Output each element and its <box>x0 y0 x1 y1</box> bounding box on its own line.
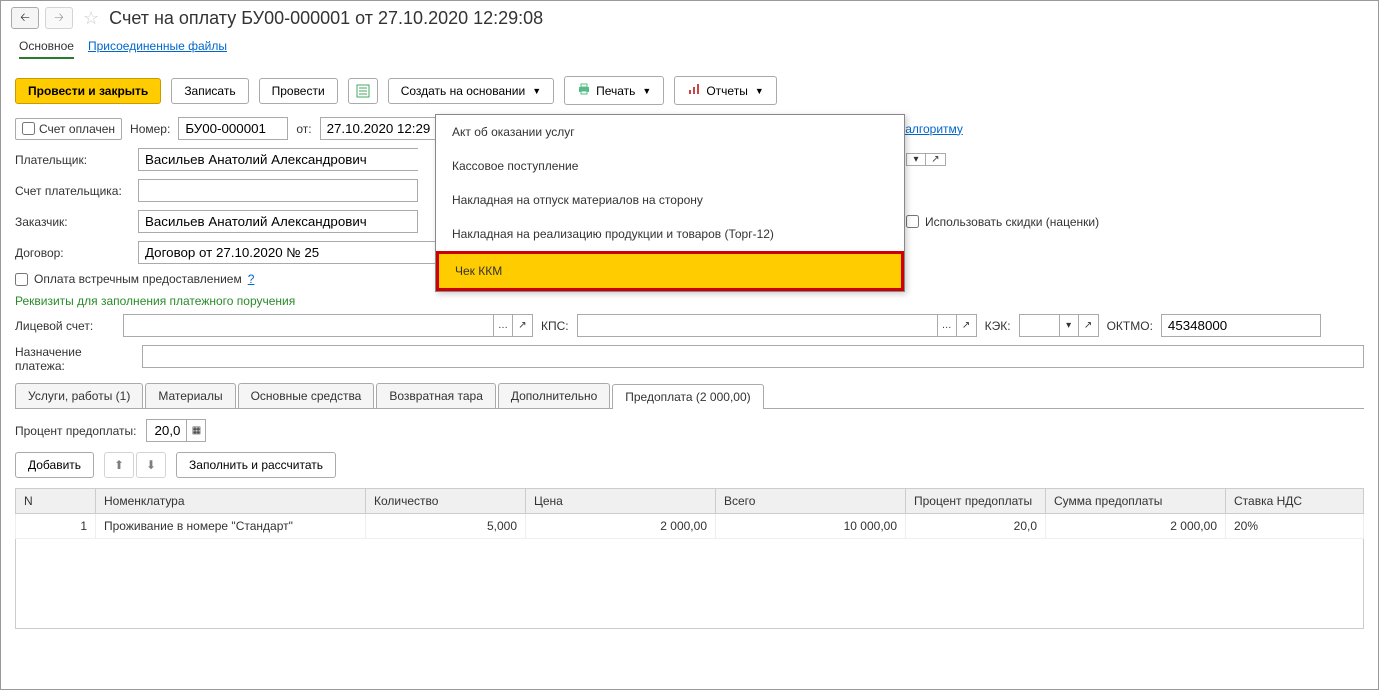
print-button[interactable]: Печать ▼ <box>564 76 664 105</box>
payer2-dropdown-btn[interactable]: ▾ <box>906 153 926 166</box>
dropdown-item-sales[interactable]: Накладная на реализацию продукции и това… <box>436 217 904 251</box>
th-vat: Ставка НДС <box>1226 489 1364 514</box>
paid-checkbox[interactable] <box>22 122 35 135</box>
nav-tab-attached[interactable]: Присоединенные файлы <box>88 39 227 59</box>
requisites-header: Реквизиты для заполнения платежного пору… <box>15 294 1364 308</box>
create-based-dropdown: Акт об оказании услуг Кассовое поступлен… <box>435 114 905 292</box>
dropdown-item-act[interactable]: Акт об оказании услуг <box>436 115 904 149</box>
kps-open-btn[interactable]: ↗ <box>957 314 977 337</box>
la-more-btn[interactable]: … <box>493 314 513 337</box>
th-nomenclature: Номенклатура <box>96 489 366 514</box>
fill-calc-button[interactable]: Заполнить и рассчитать <box>176 452 336 478</box>
kps-more-btn[interactable]: … <box>937 314 957 337</box>
cell-nomenclature: Проживание в номере "Стандарт" <box>96 514 366 539</box>
counter-payment-checkbox[interactable] <box>15 273 28 286</box>
save-button[interactable]: Записать <box>171 78 248 104</box>
kek-field[interactable] <box>1019 314 1059 337</box>
use-discounts-checkbox[interactable] <box>906 215 919 228</box>
customer-label: Заказчик: <box>15 215 130 229</box>
tab-materials[interactable]: Материалы <box>145 383 235 408</box>
oktmo-field[interactable] <box>1161 314 1321 337</box>
cell-n: 1 <box>16 514 96 539</box>
payer2-open-btn[interactable]: ↗ <box>926 153 946 166</box>
paid-checkbox-wrap[interactable]: Счет оплачен <box>15 118 122 140</box>
page-title: Счет на оплату БУ00-000001 от 27.10.2020… <box>109 8 543 29</box>
add-row-button[interactable]: Добавить <box>15 452 94 478</box>
th-prepay-pct: Процент предоплаты <box>906 489 1046 514</box>
paid-label: Счет оплачен <box>39 122 115 136</box>
kps-field[interactable] <box>577 314 937 337</box>
create-based-button[interactable]: Создать на основании ▼ <box>388 78 554 104</box>
th-prepay-sum: Сумма предоплаты <box>1046 489 1226 514</box>
printer-icon <box>577 82 591 99</box>
chevron-down-icon: ▼ <box>532 86 541 96</box>
back-button[interactable]: 🡠 <box>11 7 39 29</box>
tab-additional[interactable]: Дополнительно <box>498 383 610 408</box>
contract-label: Договор: <box>15 246 130 260</box>
personal-account-label: Лицевой счет: <box>15 319 115 333</box>
number-label: Номер: <box>130 122 170 136</box>
payer-account-label: Счет плательщика: <box>15 184 130 198</box>
prepay-percent-label: Процент предоплаты: <box>15 424 136 438</box>
cell-total: 10 000,00 <box>716 514 906 539</box>
use-discounts-label: Использовать скидки (наценки) <box>925 215 1099 229</box>
kps-label: КПС: <box>541 319 569 333</box>
cell-prepay-sum: 2 000,00 <box>1046 514 1226 539</box>
purpose-field[interactable] <box>142 345 1364 368</box>
prepay-percent-field[interactable] <box>146 419 186 442</box>
kek-dropdown-btn[interactable]: ▾ <box>1059 314 1079 337</box>
dropdown-item-material[interactable]: Накладная на отпуск материалов на сторон… <box>436 183 904 217</box>
number-field[interactable] <box>178 117 288 140</box>
forward-button[interactable]: 🡢 <box>45 7 73 29</box>
nav-tab-main[interactable]: Основное <box>19 39 74 59</box>
table-row[interactable]: 1Проживание в номере "Стандарт"5,0002 00… <box>16 514 1364 539</box>
th-total: Всего <box>716 489 906 514</box>
personal-account-field[interactable] <box>123 314 493 337</box>
prepayment-table: N Номенклатура Количество Цена Всего Про… <box>15 488 1364 539</box>
payer-account-field[interactable] <box>138 179 418 202</box>
move-up-button[interactable]: ⬆ <box>104 452 134 478</box>
cell-price: 2 000,00 <box>526 514 716 539</box>
report-icon <box>687 82 701 99</box>
post-and-close-button[interactable]: Провести и закрыть <box>15 78 161 104</box>
tab-tare[interactable]: Возвратная тара <box>376 383 496 408</box>
oktmo-label: ОКТМО: <box>1107 319 1153 333</box>
payer-label: Плательщик: <box>15 153 130 167</box>
move-down-button[interactable]: ⬇ <box>136 452 166 478</box>
cell-qty: 5,000 <box>366 514 526 539</box>
list-icon-button[interactable] <box>348 78 378 104</box>
tab-services[interactable]: Услуги, работы (1) <box>15 383 143 408</box>
th-n: N <box>16 489 96 514</box>
dropdown-item-check-kkm[interactable]: Чек ККМ <box>439 254 901 288</box>
chevron-down-icon: ▼ <box>755 86 764 96</box>
date-label: от: <box>296 122 311 136</box>
payer-field[interactable] <box>138 148 418 171</box>
post-button[interactable]: Провести <box>259 78 338 104</box>
date-field[interactable] <box>320 117 440 140</box>
cell-prepay-pct: 20,0 <box>906 514 1046 539</box>
cell-vat: 20% <box>1226 514 1364 539</box>
print-label: Печать <box>596 84 635 98</box>
tab-assets[interactable]: Основные средства <box>238 383 375 408</box>
purpose-label: Назначение платежа: <box>15 345 134 373</box>
create-based-label: Создать на основании <box>401 84 526 98</box>
customer-field[interactable] <box>138 210 418 233</box>
reports-label: Отчеты <box>706 84 747 98</box>
chevron-down-icon: ▼ <box>642 86 651 96</box>
reports-button[interactable]: Отчеты ▼ <box>674 76 776 105</box>
la-open-btn[interactable]: ↗ <box>513 314 533 337</box>
help-icon[interactable]: ? <box>248 272 255 286</box>
kek-open-btn[interactable]: ↗ <box>1079 314 1099 337</box>
kek-label: КЭК: <box>985 319 1011 333</box>
tab-prepayment[interactable]: Предоплата (2 000,00) <box>612 384 763 409</box>
th-qty: Количество <box>366 489 526 514</box>
prepay-calc-btn[interactable]: ▦ <box>186 419 206 442</box>
favorite-icon[interactable]: ☆ <box>83 8 99 29</box>
dropdown-item-cash[interactable]: Кассовое поступление <box>436 149 904 183</box>
th-price: Цена <box>526 489 716 514</box>
counter-payment-label: Оплата встречным предоставлением <box>34 272 242 286</box>
